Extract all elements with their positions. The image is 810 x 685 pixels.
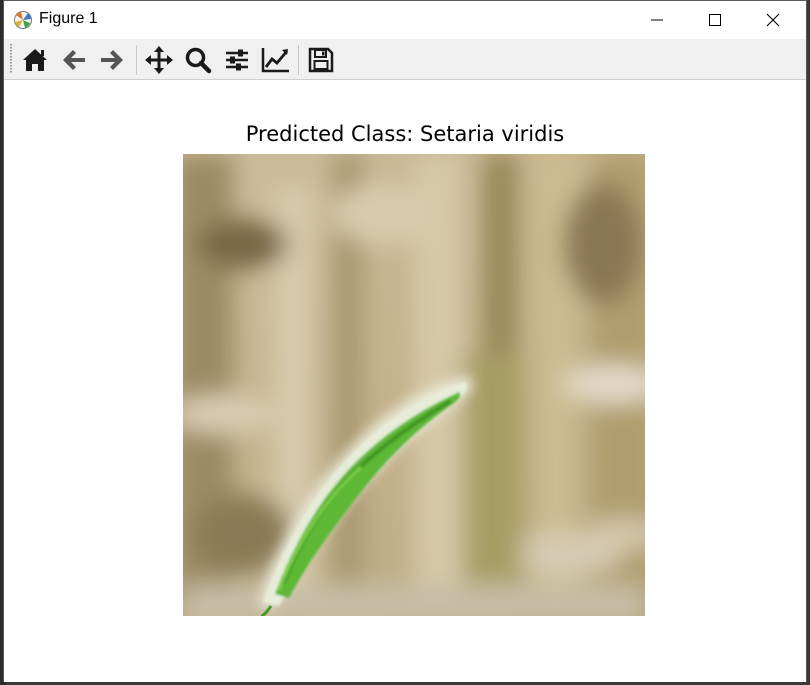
minimize-button[interactable] bbox=[628, 1, 686, 39]
floppy-disk-icon bbox=[308, 47, 334, 73]
toolbar-grip[interactable] bbox=[10, 44, 12, 74]
window-title: Figure 1 bbox=[39, 10, 98, 27]
foxtail-grass-image bbox=[183, 154, 645, 616]
forward-button[interactable] bbox=[95, 43, 129, 77]
close-button[interactable] bbox=[744, 1, 802, 39]
plant-photo bbox=[183, 154, 645, 616]
minimize-icon bbox=[651, 19, 663, 21]
line-chart-icon bbox=[261, 48, 289, 73]
arrow-right-icon bbox=[101, 50, 123, 70]
maximize-icon bbox=[709, 14, 721, 26]
plot-title: Predicted Class: Setaria viridis bbox=[245, 122, 565, 146]
sliders-icon bbox=[226, 49, 248, 71]
back-button[interactable] bbox=[57, 43, 91, 77]
move-icon bbox=[145, 46, 173, 74]
save-button[interactable] bbox=[304, 43, 338, 77]
figure-window: Figure 1 Predicted Class: Setaria viridi… bbox=[3, 0, 807, 682]
pan-button[interactable] bbox=[142, 43, 176, 77]
matplotlib-app-icon bbox=[13, 10, 33, 30]
title-bar[interactable]: Figure 1 bbox=[4, 1, 806, 39]
configure-subplots-button[interactable] bbox=[220, 43, 254, 77]
navigation-toolbar bbox=[4, 39, 806, 80]
home-icon bbox=[23, 49, 47, 71]
magnifier-icon bbox=[185, 47, 212, 74]
figure-canvas[interactable]: Predicted Class: Setaria viridis bbox=[4, 80, 806, 682]
toolbar-separator bbox=[298, 45, 299, 75]
close-icon bbox=[766, 13, 780, 27]
zoom-button[interactable] bbox=[181, 43, 215, 77]
edit-axes-button[interactable] bbox=[259, 43, 293, 77]
maximize-button[interactable] bbox=[686, 1, 744, 39]
arrow-left-icon bbox=[63, 50, 85, 70]
toolbar-separator bbox=[136, 45, 137, 75]
home-button[interactable] bbox=[18, 43, 52, 77]
